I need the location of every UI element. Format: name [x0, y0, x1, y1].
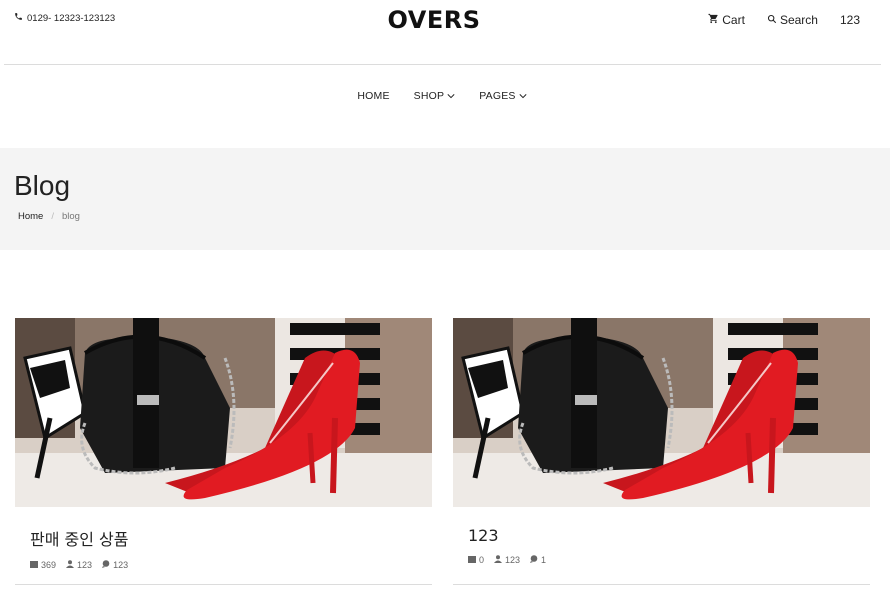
page-title: Blog	[14, 170, 71, 201]
nav-item-pages[interactable]: PAGES	[479, 90, 527, 102]
views-icon	[30, 560, 38, 570]
header-divider	[4, 64, 881, 65]
breadcrumb-separator: /	[51, 211, 54, 222]
blog-post-card[interactable]: 123 0 123 1	[453, 318, 870, 585]
post-views: 0	[468, 555, 484, 565]
user-account-link[interactable]: 123	[840, 13, 860, 27]
post-title[interactable]: 123	[468, 526, 870, 545]
card-divider	[15, 584, 432, 585]
post-meta: 0 123 1	[468, 555, 870, 565]
nav-label: HOME	[357, 90, 390, 102]
card-divider	[453, 584, 870, 585]
views-icon	[468, 555, 476, 565]
post-views: 369	[30, 560, 56, 570]
search-button[interactable]: Search	[767, 13, 818, 27]
nav-label: SHOP	[413, 90, 445, 102]
user-icon	[66, 560, 75, 570]
post-thumbnail[interactable]	[15, 318, 432, 507]
post-author-name[interactable]: 123	[505, 555, 520, 565]
search-label: Search	[779, 13, 818, 27]
breadcrumb-current: blog	[61, 211, 80, 222]
breadcrumb: Home / blog	[18, 211, 80, 222]
nav-item-home[interactable]: HOME	[357, 90, 389, 102]
post-meta: 369 123 123	[30, 560, 432, 570]
chevron-down-icon	[519, 90, 527, 102]
main-navigation: HOME SHOP PAGES	[0, 90, 884, 102]
post-author: 123	[494, 555, 520, 565]
user-label: 123	[839, 13, 860, 27]
post-views-count: 0	[479, 555, 485, 565]
post-title[interactable]: 판매 중인 상품	[30, 526, 432, 550]
blog-post-card[interactable]: 판매 중인 상품 369 123 123	[15, 318, 432, 585]
page-hero: Blog Home / blog	[0, 148, 890, 250]
post-author: 123	[66, 560, 92, 570]
nav-label: PAGES	[479, 90, 516, 102]
top-header: 0129- 12323-123123 OVERS Cart Search 123	[0, 0, 890, 40]
cart-button[interactable]: Cart	[708, 13, 745, 27]
comments-icon	[102, 560, 110, 570]
post-comments: 1	[530, 555, 546, 565]
post-comments-count: 1	[541, 555, 547, 565]
cart-label: Cart	[722, 13, 745, 27]
chevron-down-icon	[447, 90, 455, 102]
post-comments-count: 123	[113, 560, 129, 570]
user-icon	[494, 555, 503, 565]
nav-item-shop[interactable]: SHOP	[414, 90, 456, 102]
post-comments: 123	[102, 560, 128, 570]
search-icon	[767, 13, 777, 27]
post-author-name[interactable]: 123	[77, 560, 92, 570]
post-thumbnail[interactable]	[453, 318, 870, 507]
cart-icon	[708, 13, 719, 27]
comments-icon	[530, 555, 538, 565]
breadcrumb-home-link[interactable]: Home	[18, 211, 43, 222]
header-actions: Cart Search 123	[708, 13, 860, 27]
post-views-count: 369	[41, 560, 57, 570]
